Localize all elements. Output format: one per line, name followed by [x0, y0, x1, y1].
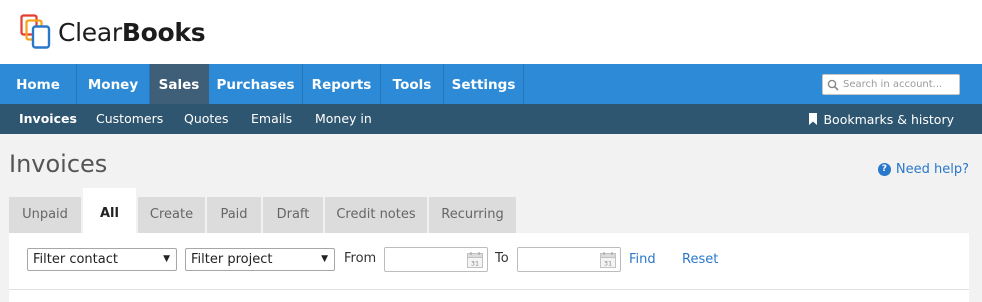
sub-nav: Invoices Customers Quotes Emails Money i… [0, 104, 982, 134]
bookmark-icon [809, 113, 818, 125]
search-input[interactable] [843, 79, 955, 90]
tab-credit-notes[interactable]: Credit notes [325, 197, 427, 233]
from-date-field[interactable]: 31 [384, 247, 488, 272]
question-icon: ? [877, 163, 891, 176]
clearbooks-logo[interactable]: ClearBooks [20, 14, 206, 50]
subnav-item-money-in[interactable]: Money in [315, 104, 372, 134]
top-header: ClearBooks [0, 0, 982, 64]
nav-item-money[interactable]: Money [77, 64, 150, 104]
logo-wordmark: ClearBooks [58, 17, 206, 47]
subnav-item-invoices[interactable]: Invoices [19, 104, 77, 134]
subnav-item-quotes[interactable]: Quotes [184, 104, 229, 134]
nav-item-settings[interactable]: Settings [444, 64, 524, 104]
calendar-day-label: 31 [471, 260, 479, 268]
nav-item-reports[interactable]: Reports [303, 64, 381, 104]
filter-contact-value: Filter contact [33, 252, 118, 267]
tab-draft[interactable]: Draft [263, 197, 323, 233]
calendar-icon[interactable]: 31 [600, 252, 616, 268]
search-icon [827, 79, 839, 91]
dropdown-arrow-icon: ▼ [321, 254, 328, 264]
filter-contact-select[interactable]: Filter contact ▼ [27, 248, 177, 271]
from-label: From [344, 251, 377, 266]
page-title: Invoices [9, 150, 108, 178]
tab-create[interactable]: Create [138, 197, 205, 233]
find-link[interactable]: Find [629, 252, 656, 267]
panel-divider [9, 289, 969, 290]
calendar-icon[interactable]: 31 [467, 252, 483, 268]
tab-paid[interactable]: Paid [207, 197, 261, 233]
bookmarks-label: Bookmarks & history [823, 111, 954, 127]
bookmarks-history-link[interactable]: Bookmarks & history [809, 104, 954, 134]
to-label: To [495, 251, 509, 266]
tab-all[interactable]: All [83, 188, 136, 233]
reset-link[interactable]: Reset [682, 252, 718, 267]
calendar-day-label: 31 [604, 260, 612, 268]
need-help-link[interactable]: ? Need help? [877, 162, 969, 177]
subnav-item-emails[interactable]: Emails [251, 104, 292, 134]
tab-recurring[interactable]: Recurring [429, 197, 516, 233]
to-date-field[interactable]: 31 [517, 247, 621, 272]
nav-item-purchases[interactable]: Purchases [209, 64, 303, 104]
nav-item-tools[interactable]: Tools [381, 64, 444, 104]
need-help-label: Need help? [895, 162, 969, 177]
subnav-item-customers[interactable]: Customers [96, 104, 163, 134]
dropdown-arrow-icon: ▼ [163, 254, 170, 264]
nav-item-home[interactable]: Home [0, 64, 77, 104]
account-search[interactable] [822, 74, 960, 95]
tab-unpaid[interactable]: Unpaid [9, 197, 81, 233]
filter-project-select[interactable]: Filter project ▼ [185, 248, 335, 271]
filter-panel: Filter contact ▼ Filter project ▼ From 3… [9, 233, 969, 302]
clearbooks-logo-mark [20, 14, 51, 49]
nav-item-sales[interactable]: Sales [150, 64, 209, 104]
filter-project-value: Filter project [191, 252, 273, 267]
